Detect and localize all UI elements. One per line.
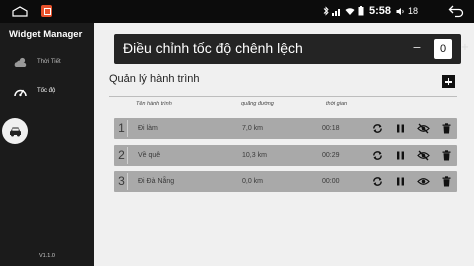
row-number: 1 [116,120,128,137]
sidebar: Widget Manager Thời Tiết Tốc độ V1.1.0 [0,23,94,266]
eye-off-icon[interactable] [417,149,430,162]
table-row[interactable]: 1 Đi làm 7,0 km 00:18 [114,118,457,139]
eye-off-icon[interactable] [417,122,430,135]
add-trip-button[interactable] [442,75,455,88]
refresh-icon[interactable] [371,149,384,162]
clock: 5:58 [368,5,391,17]
trip-name: Về quê [138,152,161,159]
battery-icon [358,6,364,16]
decrement-button[interactable]: − [411,39,423,57]
refresh-icon[interactable] [371,175,384,188]
trip-distance: 0,0 km [242,178,264,185]
main-panel: Điều chỉnh tốc độ chênh lệch − 0 + Quản … [94,23,474,266]
trip-distance: 7,0 km [242,125,264,132]
sidebar-item-label: Tốc độ [37,88,56,94]
sidebar-item-weather[interactable]: Thời Tiết [0,51,94,77]
pause-icon[interactable] [394,149,407,162]
trip-time: 00:18 [322,125,340,132]
status-indicators: 5:58 18 [323,3,418,19]
table-row[interactable]: 2 Về quê 10,3 km 00:29 [114,145,457,166]
back-icon[interactable] [448,4,464,18]
row-number: 2 [116,147,128,164]
trip-time: 00:29 [322,152,340,159]
trash-icon[interactable] [440,122,453,135]
speed-offset-title: Điều chỉnh tốc độ chênh lệch [123,40,303,56]
active-tab-indicator [0,115,94,149]
app-notification-icon[interactable] [41,5,52,17]
table-row[interactable]: 3 Đi Đà Nẵng 0,0 km 00:00 [114,171,457,192]
trip-name: Đi làm [138,125,158,132]
trash-icon[interactable] [440,149,453,162]
sidebar-item-label: Thời Tiết [37,59,61,65]
status-bar: 5:58 18 [0,0,474,23]
column-header-name: Tên hành trình [136,101,172,107]
home-icon[interactable] [12,6,28,17]
car-icon [10,127,21,137]
app-title: Widget Manager [9,29,83,40]
speed-offset-value[interactable]: 0 [434,39,452,59]
active-tab-bubble[interactable] [2,118,28,144]
wifi-icon [345,7,355,15]
speed-offset-panel: Điều chỉnh tốc độ chênh lệch − 0 + [114,34,469,64]
eye-icon[interactable] [417,175,430,188]
volume-icon [396,7,404,15]
row-number: 3 [116,173,128,190]
bluetooth-icon [323,6,329,16]
pause-icon[interactable] [394,122,407,135]
trip-time: 00:00 [322,178,340,185]
speedometer-icon [14,89,27,97]
refresh-icon[interactable] [371,122,384,135]
volume-level: 18 [407,6,418,16]
divider [109,96,457,97]
signal-icon [331,8,340,16]
trip-distance: 10,3 km [242,152,267,159]
trip-manager-title: Quản lý hành trình [109,73,200,85]
sidebar-item-speed[interactable]: Tốc độ [0,80,94,106]
column-header-distance: quãng đường [241,101,274,107]
column-header-time: thời gian [326,101,348,107]
trip-name: Đi Đà Nẵng [138,178,175,185]
app-version: V1.1.0 [39,253,55,259]
increment-button[interactable]: + [459,39,471,57]
pause-icon[interactable] [394,175,407,188]
trash-icon[interactable] [440,175,453,188]
cloud-icon [14,57,27,67]
